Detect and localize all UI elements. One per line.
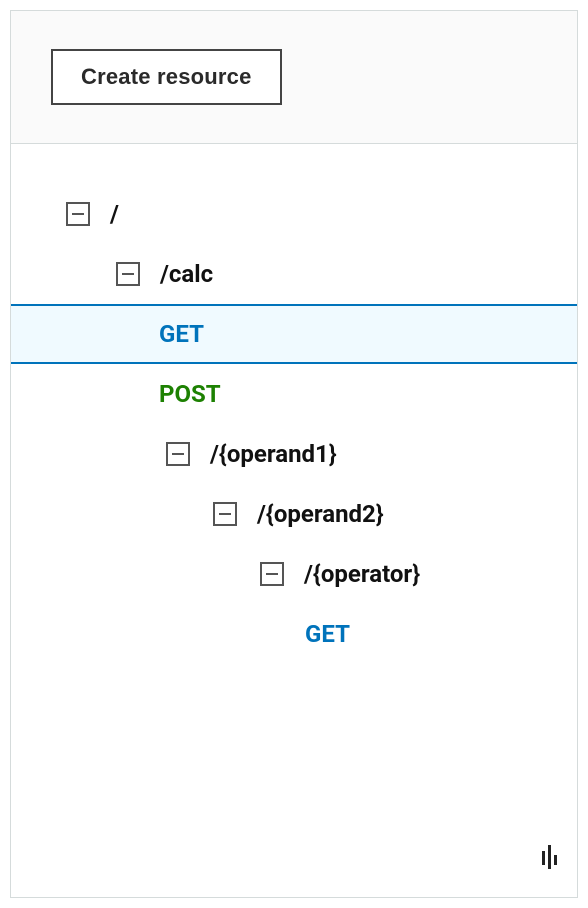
create-resource-button[interactable]: Create resource: [51, 49, 282, 105]
method-label: GET: [305, 620, 350, 648]
tree-method-post-calc[interactable]: POST: [11, 364, 577, 424]
tree-method-get-operator[interactable]: GET: [11, 604, 577, 664]
collapse-icon[interactable]: [213, 502, 237, 526]
tree-method-get-calc[interactable]: GET: [11, 304, 577, 364]
tree-node-operand1[interactable]: /{operand1}: [11, 424, 577, 484]
collapse-icon[interactable]: [260, 562, 284, 586]
method-label: POST: [159, 380, 221, 408]
stats-icon[interactable]: [542, 845, 557, 865]
collapse-icon[interactable]: [166, 442, 190, 466]
resource-panel: Create resource / /calc GET POST /{opera…: [10, 10, 578, 898]
tree-node-root[interactable]: /: [11, 184, 577, 244]
collapse-icon[interactable]: [66, 202, 90, 226]
path-label: /: [110, 200, 119, 228]
path-label: /{operand2}: [257, 500, 384, 528]
collapse-icon[interactable]: [116, 262, 140, 286]
tree-node-operator[interactable]: /{operator}: [11, 544, 577, 604]
path-label: /{operator}: [304, 560, 420, 588]
panel-header: Create resource: [11, 11, 577, 144]
path-label: /calc: [160, 260, 213, 288]
tree-node-operand2[interactable]: /{operand2}: [11, 484, 577, 544]
path-label: /{operand1}: [210, 440, 337, 468]
method-label: GET: [159, 320, 204, 348]
resource-tree: / /calc GET POST /{operand1} /{operand2}…: [11, 144, 577, 664]
tree-node-calc[interactable]: /calc: [11, 244, 577, 304]
